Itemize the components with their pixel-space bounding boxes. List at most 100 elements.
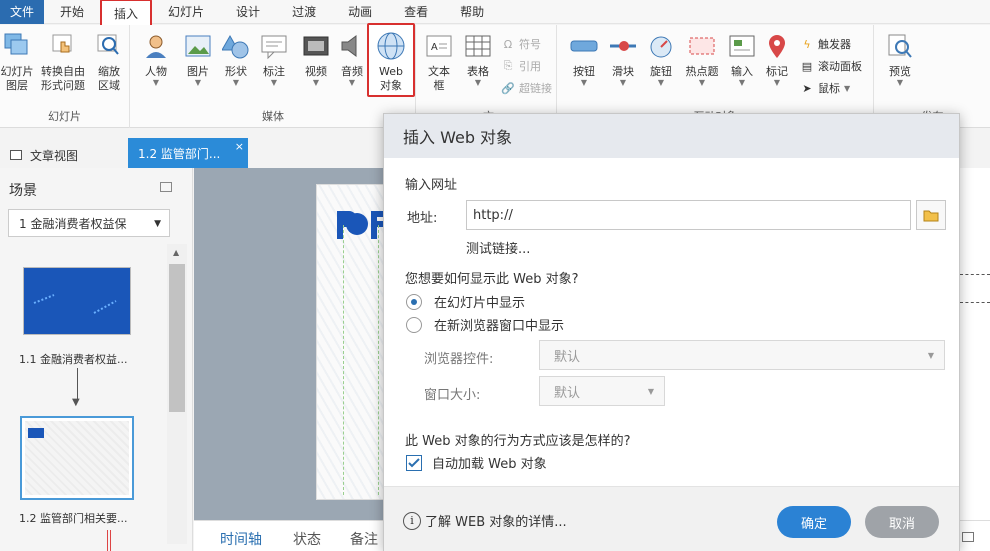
- scroll-panel-item[interactable]: ▤ 滚动面板: [800, 55, 862, 77]
- trigger-item[interactable]: ϟ 触发器: [800, 33, 862, 55]
- slide-thumbnail-2-label: 1.2 监管部门相关要...: [19, 512, 128, 525]
- tab-slide[interactable]: 1.2 监管部门... ×: [128, 138, 248, 168]
- slide-layer-button[interactable]: 幻灯片 图层: [0, 31, 38, 93]
- radio-display-new-window[interactable]: 在新浏览器窗口中显示: [406, 315, 564, 334]
- menu-animation[interactable]: 动画: [332, 0, 388, 24]
- display-question: 您想要如何显示此 Web 对象?: [405, 272, 579, 287]
- slide-layer-label: 幻灯片 图层: [0, 65, 34, 92]
- folder-icon: [923, 210, 939, 222]
- learn-more-label: 了解 WEB 对象的详情...: [425, 515, 567, 530]
- menu-transition[interactable]: 过渡: [276, 0, 332, 24]
- slider-button[interactable]: 滑块 ▼: [606, 31, 640, 87]
- zoom-icon: [94, 31, 124, 61]
- picture-button[interactable]: 图片 ▼: [183, 31, 213, 87]
- reference-icon: ⎘: [503, 59, 513, 72]
- chevron-down-icon: ▼: [194, 78, 202, 87]
- scene-dropdown[interactable]: 1 金融消费者权益保 ▼: [8, 209, 170, 237]
- reference-item[interactable]: ⎘ 引用: [501, 55, 552, 77]
- dial-button[interactable]: 旋钮 ▼: [644, 31, 678, 87]
- scroll-thumb[interactable]: [169, 264, 185, 412]
- scene-panel: 场景 1 金融消费者权益保 ▼ 1.1 金融消费者权益... ▼ 1.2 监管部…: [0, 168, 193, 551]
- button-button[interactable]: 按钮 ▼: [566, 31, 602, 87]
- test-link[interactable]: 测试链接...: [466, 238, 530, 257]
- chevron-down-icon: ▼: [232, 78, 240, 87]
- video-button[interactable]: 视频 ▼: [301, 31, 331, 87]
- menu-home[interactable]: 开始: [44, 0, 100, 24]
- hotspot-label: 热点题: [685, 65, 719, 78]
- restore-panel-icon[interactable]: [962, 532, 974, 542]
- menu-slide[interactable]: 幻灯片: [152, 0, 220, 24]
- thumbnail-1-graphic: [33, 294, 117, 314]
- speaker-icon: [337, 31, 367, 61]
- cancel-button[interactable]: 取消: [865, 506, 939, 538]
- hotspot-button[interactable]: 热点题 ▼: [682, 31, 722, 87]
- learn-more-link[interactable]: i 了解 WEB 对象的详情...: [403, 511, 567, 530]
- scene-selected-value: 1 金融消费者权益保: [19, 216, 127, 231]
- web-object-button[interactable]: Web 对象: [367, 23, 415, 97]
- scroll-panel-label: 滚动面板: [818, 60, 862, 73]
- magnifier-icon: [885, 31, 915, 61]
- chevron-down-icon: ▼: [927, 351, 934, 360]
- person-icon: [141, 31, 171, 61]
- browser-control-select[interactable]: 默认 ▼: [539, 340, 945, 370]
- lightning-icon: ϟ: [803, 37, 811, 51]
- trigger-label: 触发器: [818, 38, 851, 51]
- convert-freeform-button[interactable]: 转换自由 形式问题: [36, 31, 90, 93]
- browse-folder-button[interactable]: [916, 200, 946, 230]
- slider-icon: [608, 31, 638, 61]
- marker-label: 标记: [766, 65, 788, 78]
- shape-button[interactable]: 形状 ▼: [221, 31, 251, 87]
- chevron-down-icon: ▼: [270, 78, 278, 87]
- group-label-slide: 幻灯片: [48, 110, 81, 123]
- close-icon[interactable]: ×: [235, 140, 244, 153]
- radio-display-in-slide[interactable]: 在幻灯片中显示: [406, 292, 525, 311]
- symbol-item[interactable]: Ω 符号: [501, 33, 552, 55]
- zoom-region-button[interactable]: 缩放 区域: [92, 31, 126, 93]
- window-size-select[interactable]: 默认 ▼: [539, 376, 665, 406]
- autoload-label: 自动加载 Web 对象: [432, 457, 547, 472]
- menu-file[interactable]: 文件: [0, 0, 44, 24]
- collapse-panel-icon[interactable]: [160, 182, 172, 192]
- dial-label: 旋钮: [650, 65, 672, 78]
- audio-button[interactable]: 音频 ▼: [337, 31, 367, 87]
- shape-label: 形状: [225, 65, 247, 78]
- address-input[interactable]: [466, 200, 911, 230]
- menu-design[interactable]: 设计: [220, 0, 276, 24]
- autoload-checkbox-row[interactable]: 自动加载 Web 对象: [406, 453, 547, 472]
- symbol-label: 符号: [519, 38, 541, 51]
- canvas-right-edge: [960, 168, 990, 520]
- preview-button[interactable]: 预览 ▼: [883, 31, 917, 87]
- chevron-down-icon: ▼: [474, 78, 482, 87]
- ok-button[interactable]: 确定: [777, 506, 851, 538]
- menu-help[interactable]: 帮助: [444, 0, 500, 24]
- button-icon: [569, 31, 599, 61]
- tab-states[interactable]: 状态: [293, 529, 321, 549]
- reference-label: 引用: [519, 60, 541, 73]
- video-label: 视频: [305, 65, 327, 78]
- character-button[interactable]: 人物 ▼: [139, 31, 173, 87]
- scroll-up-icon[interactable]: ▲: [173, 248, 179, 257]
- ribbon-group-slide: 幻灯片 图层 转换自由 形式问题 缩放 区域 幻灯片: [0, 25, 130, 128]
- menu-view[interactable]: 查看: [388, 0, 444, 24]
- marker-button[interactable]: 标记 ▼: [762, 31, 792, 87]
- guide-line: [960, 302, 990, 303]
- table-button[interactable]: 表格 ▼: [461, 31, 495, 87]
- tab-timeline[interactable]: 时间轴: [220, 529, 262, 549]
- tab-notes[interactable]: 备注: [350, 529, 378, 549]
- slide-thumbnail-1[interactable]: [23, 267, 131, 335]
- zoom-label: 缩放 区域: [98, 65, 120, 92]
- mouse-item[interactable]: ➤ 鼠标 ▼: [800, 77, 862, 99]
- input-button[interactable]: 输入 ▼: [726, 31, 758, 87]
- checkbox-checked-icon[interactable]: [406, 454, 422, 471]
- dialog-title: 插入 Web 对象: [384, 114, 959, 158]
- input-icon: [727, 31, 757, 61]
- tab-story-view[interactable]: 文章视图: [10, 142, 78, 168]
- caption-button[interactable]: 标注 ▼: [259, 31, 289, 87]
- textbox-button[interactable]: A 文本 框: [423, 31, 455, 93]
- caption-icon: [259, 31, 289, 61]
- chevron-down-icon: ▼: [619, 78, 627, 87]
- playhead-marker: [107, 530, 111, 551]
- slide-thumbnail-2[interactable]: [20, 416, 134, 500]
- scene-scrollbar[interactable]: ▲: [167, 244, 187, 544]
- hyperlink-item[interactable]: 🔗 超链接: [501, 77, 552, 99]
